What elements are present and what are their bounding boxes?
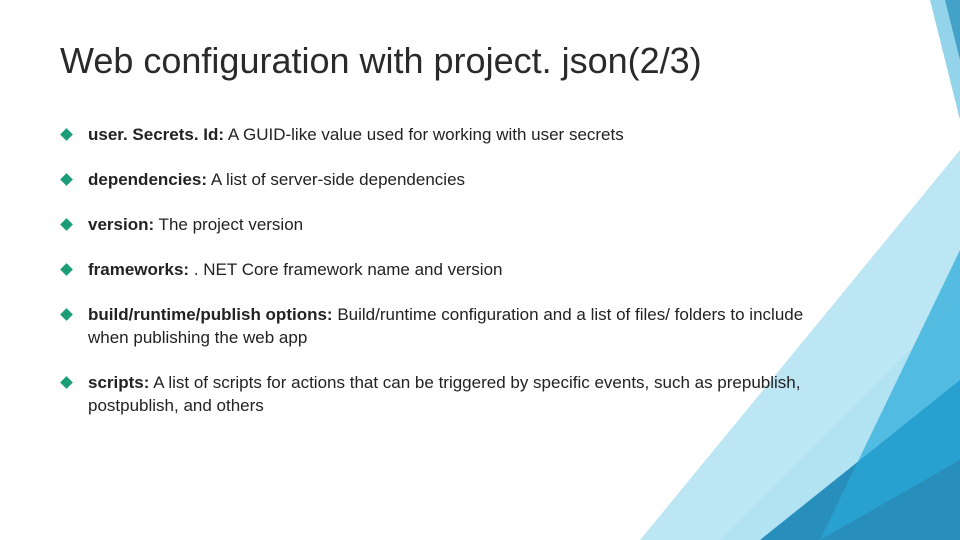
list-item: dependencies: A list of server-side depe… [60,169,830,192]
slide-title: Web configuration with project. json(2/3… [60,40,890,82]
bullet-desc: . NET Core framework name and version [189,260,502,279]
bullet-desc: A list of scripts for actions that can b… [88,373,800,415]
list-item: scripts: A list of scripts for actions t… [60,372,830,418]
bullet-icon [60,376,73,389]
bullet-label: version: [88,215,154,234]
bullet-label: frameworks: [88,260,189,279]
list-item: build/runtime/publish options: Build/run… [60,304,830,350]
bullet-label: scripts: [88,373,149,392]
list-item: version: The project version [60,214,830,237]
bullet-icon [60,218,73,231]
bullet-label: dependencies: [88,170,207,189]
bullet-icon [60,263,73,276]
bullet-icon [60,174,73,187]
slide: Web configuration with project. json(2/3… [0,0,960,540]
bullet-desc: The project version [154,215,303,234]
bullet-list: user. Secrets. Id: A GUID-like value use… [60,124,830,418]
bullet-icon [60,308,73,321]
bullet-desc: A GUID-like value used for working with … [224,125,624,144]
bullet-label: user. Secrets. Id: [88,125,224,144]
list-item: user. Secrets. Id: A GUID-like value use… [60,124,830,147]
slide-content: Web configuration with project. json(2/3… [0,0,960,418]
bullet-icon [60,129,73,142]
bullet-label: build/runtime/publish options: [88,305,333,324]
list-item: frameworks: . NET Core framework name an… [60,259,830,282]
bullet-desc: A list of server-side dependencies [207,170,465,189]
